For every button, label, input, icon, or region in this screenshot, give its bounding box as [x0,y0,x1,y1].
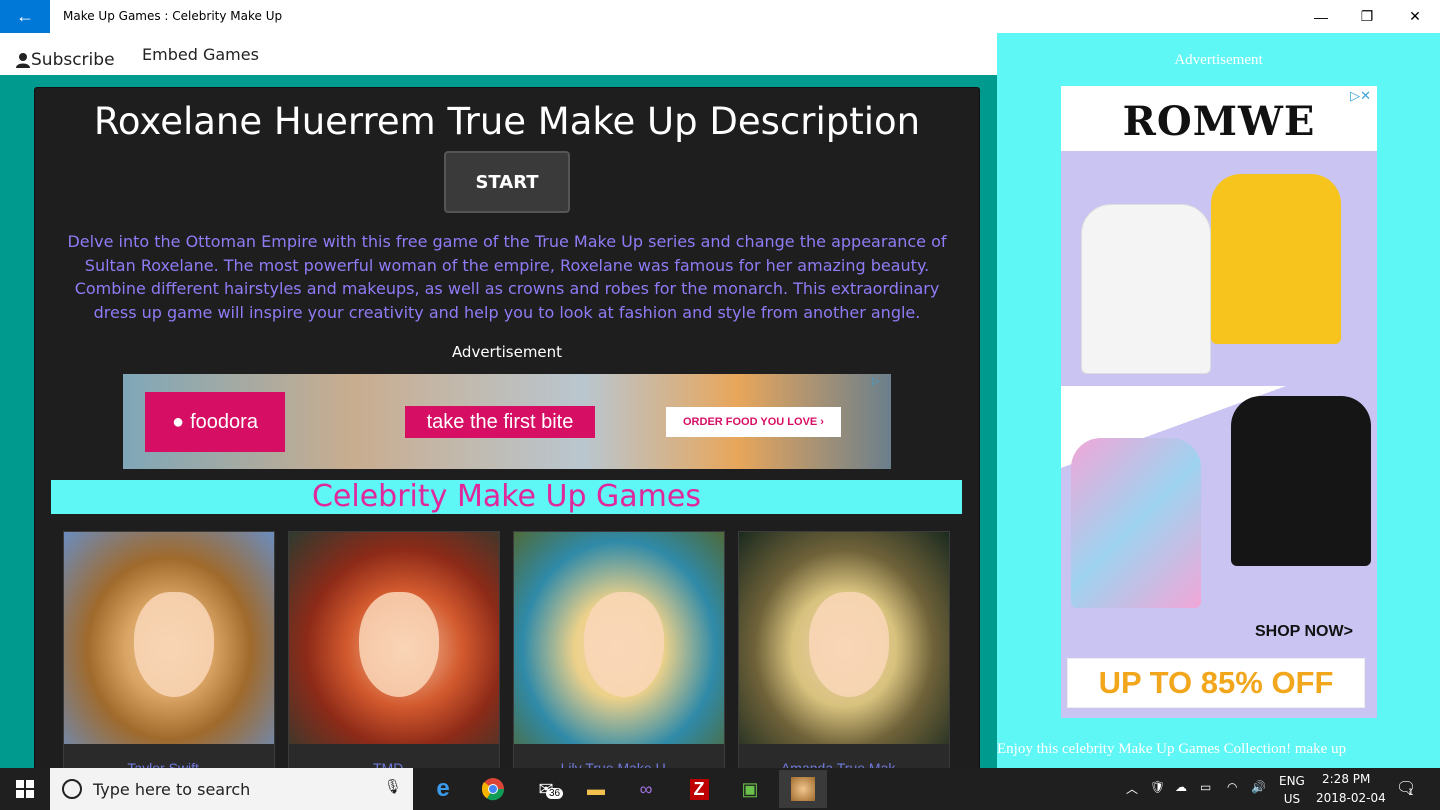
face-illustration [359,592,439,697]
tie-dye-hoodie-image [1071,438,1201,608]
edge-icon[interactable]: e [419,770,467,808]
offer-banner: UP TO 85% OFF [1067,658,1365,708]
face-illustration [809,592,889,697]
user-icon [16,53,30,68]
close-icon: ✕ [1409,8,1421,24]
restore-icon: ❐ [1360,8,1374,24]
face-illustration [134,592,214,697]
minimize-button[interactable]: — [1298,0,1344,33]
foodora-brand: foodora [190,410,258,433]
game-thumbnail [64,532,274,744]
banner-ad[interactable]: ● foodora take the first bite ORDER FOOD… [123,374,891,469]
game-card[interactable]: Lily True Make U... [513,531,725,771]
action-center-icon[interactable]: 🗨 1 [1396,778,1416,798]
game-card[interactable]: TMD... [288,531,500,771]
visual-studio-icon[interactable]: ∞ [622,770,670,808]
game-thumbnail [739,532,949,744]
wifi-icon[interactable]: ◠ [1227,780,1237,794]
subscribe-label: Subscribe [31,50,115,70]
clock-date[interactable]: 2018-02-04 [1316,791,1386,805]
sidebar-advertisement-label: Advertisement [1174,52,1263,68]
start-button[interactable]: START [444,151,570,213]
game-thumbnail [289,532,499,744]
face-illustration [584,592,664,697]
language-code: ENG [1279,774,1305,788]
back-arrow-icon: ← [16,6,34,26]
shop-now-link[interactable]: SHOP NOW> [1255,623,1353,641]
notification-count: 1 [1408,788,1414,798]
cortana-icon [62,779,82,799]
page-title: Roxelane Huerrem True Make Up Descriptio… [93,100,921,143]
game-description: Delve into the Ottoman Empire with this … [67,232,947,322]
adchoices-icon[interactable]: ▷✕ [1350,88,1371,104]
maximize-button[interactable]: ❐ [1344,0,1390,33]
window-title: Make Up Games : Celebrity Make Up [63,9,283,23]
windows-logo-icon [16,780,34,798]
black-sweatshirt-image [1231,396,1371,566]
sidebar-footer-text: Enjoy this celebrity Make Up Games Colle… [997,741,1347,757]
filezilla-icon[interactable]: Z [675,770,723,808]
game-thumbnail [514,532,724,744]
windows-start-button[interactable] [0,768,50,810]
banner-cta-button[interactable]: ORDER FOOD YOU LOVE › [666,407,841,437]
battery-icon[interactable]: ▭ [1200,780,1211,794]
section-header: Celebrity Make Up Games [51,480,962,514]
romwe-logo: ROMWE [1122,98,1316,145]
search-placeholder[interactable]: Type here to search [93,780,250,799]
show-hidden-icons-chevron-icon[interactable]: ︿ [1126,780,1138,797]
banner-tagline: take the first bite [405,406,595,438]
image-editor-icon[interactable]: ▣ [726,770,774,808]
mail-icon[interactable]: ✉ 36 [522,770,570,808]
foodora-hat-icon: ● [172,410,185,433]
game-card[interactable]: Amanda True Mak... [738,531,950,771]
embed-games-link[interactable]: Embed Games [142,45,259,64]
close-button[interactable]: ✕ [1392,0,1438,33]
volume-icon[interactable]: 🔊 [1251,780,1266,794]
adchoices-icon[interactable]: ▷ [872,376,888,390]
file-explorer-icon[interactable]: ▬ [572,770,620,808]
region-code: US [1283,792,1301,806]
sidebar-ad[interactable]: ROMWE ▷✕ SHOP NOW> UP TO 85% OFF [1061,86,1377,718]
game-card[interactable]: Taylor Swift... [63,531,275,771]
makeup-app-taskbar-icon[interactable] [779,770,827,808]
foodora-logo: ● foodora [145,392,285,452]
white-hoodie-image [1081,204,1211,374]
clock-time[interactable]: 2:28 PM [1322,772,1370,786]
mail-badge: 36 [546,788,564,799]
chrome-icon[interactable] [469,770,517,808]
onedrive-icon[interactable]: ☁ [1175,780,1187,794]
microphone-icon[interactable]: 🎙 [384,778,402,800]
minimize-icon: — [1314,8,1328,25]
language-indicator[interactable]: ENG US [1279,772,1305,808]
back-button[interactable]: ← [0,0,50,33]
yellow-sweater-image [1211,174,1341,344]
subscribe-link[interactable]: Subscribe [15,50,115,70]
advertisement-label: Advertisement [451,343,563,361]
security-icon[interactable]: 🛡 [1150,780,1165,794]
